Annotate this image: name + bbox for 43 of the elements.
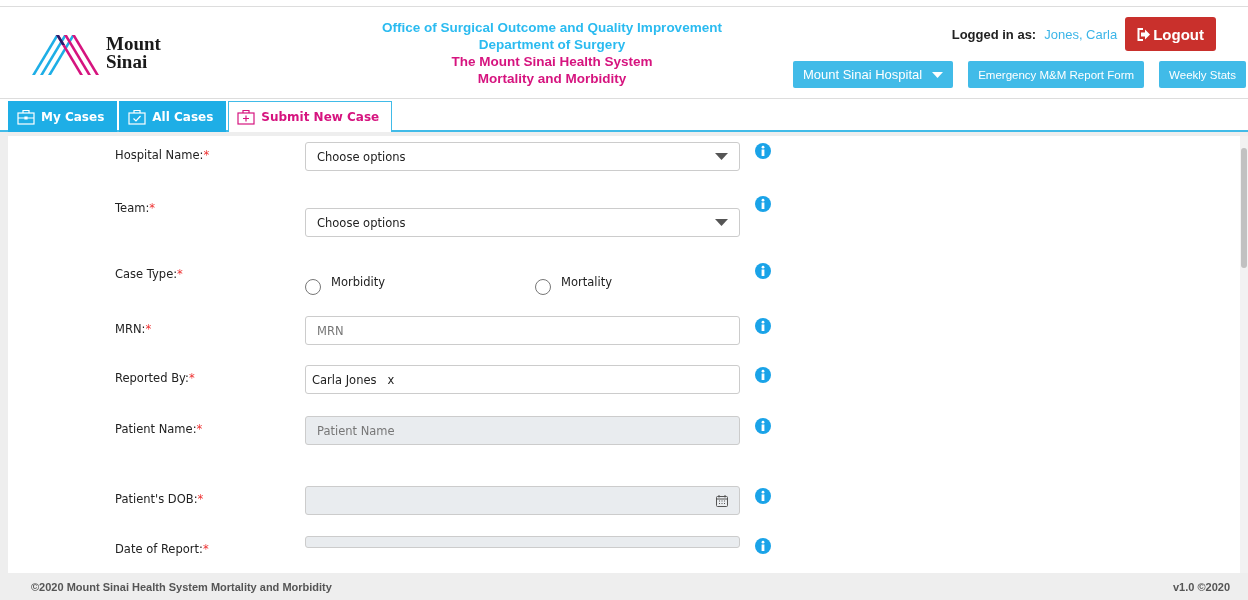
tab[interactable]: Submit New Case [228,101,393,132]
header-title: The Mount Sinai Health System [451,52,653,70]
info-icon[interactable] [755,263,771,279]
info-icon[interactable] [755,318,771,334]
field-label: Hospital Name:* [115,148,211,162]
info-icon[interactable] [755,538,771,554]
header-title: Office of Surgical Outcome and Quality Improvement [382,18,722,36]
field-label: MRN:* [115,322,153,336]
select-field[interactable]: Choose options [305,208,740,237]
header-title: Mortality and Morbidity [477,69,627,87]
radio-option[interactable]: Morbidity [305,275,385,295]
info-icon[interactable] [755,196,771,212]
scrollbar-thumb[interactable] [1241,148,1247,268]
info-icon[interactable] [755,367,771,383]
tag-field[interactable]: Carla Jones x [305,365,740,394]
field-label: Team:* [115,201,157,215]
medical-kit-icon [237,109,256,125]
briefcase-icon [17,109,35,125]
caret-icon [715,153,728,160]
version-text: v1.0 ©2020 [1172,580,1230,593]
field-label: Patient's DOB:* [115,492,205,506]
caret-icon [715,219,728,226]
footer-text: ©2020 Mount Sinai Health System Mortality and Morbidity [31,580,332,593]
info-icon[interactable] [755,143,771,159]
field-label: Date of Report:* [115,542,210,556]
calendar-icon [716,494,728,507]
info-icon[interactable] [755,488,771,504]
tab[interactable]: All Cases [119,101,227,132]
caret-icon [932,71,944,78]
tab[interactable]: My Cases [8,101,118,132]
field-label: Patient Name:* [115,422,204,436]
select-field[interactable]: Choose options [305,142,740,171]
text-field[interactable]: MRN [305,316,740,345]
login-label: Logged in as: [951,26,1037,42]
logo-text: Mount Sinai [106,34,161,71]
field-label: Case Type:* [115,267,184,281]
header-title: Department of Surgery [478,35,626,53]
radio-option[interactable]: Mortality [535,275,612,295]
info-icon[interactable] [755,418,771,434]
clipboard-check-icon [128,109,147,125]
field-label: Reported By:* [115,371,196,385]
logout-button[interactable]: Logout [1125,17,1216,51]
sign-out-icon [1137,27,1152,41]
